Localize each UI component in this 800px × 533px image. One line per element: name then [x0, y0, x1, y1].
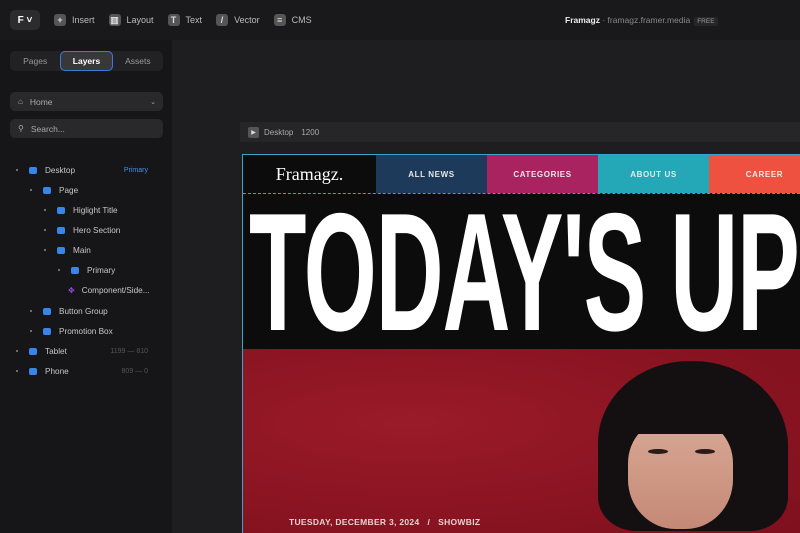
layer-component-side[interactable]: ✥ Component/Side...	[68, 283, 150, 297]
frame-icon	[43, 327, 51, 335]
plan-badge: FREE	[694, 17, 718, 26]
search-input[interactable]: ⚲ Search...	[10, 119, 163, 138]
play-icon[interactable]: ▶	[248, 126, 259, 138]
left-sidebar: Pages Layers Assets ⌂ Home ⌄ ⚲ Search... De…	[0, 40, 172, 533]
search-icon: ⚲	[18, 124, 24, 133]
insert-button[interactable]: + Insert	[54, 14, 95, 26]
layer-hero-section[interactable]: Hero Section	[44, 223, 120, 237]
frame-label[interactable]: ▶ Desktop 1200	[240, 122, 800, 142]
hero-section: TUESDAY, DECEMBER 3, 2024 / SHOWBIZ	[243, 349, 800, 533]
layer-tablet[interactable]: Tablet 1199 — 810	[16, 344, 162, 358]
stack-icon	[29, 367, 37, 375]
layer-promotion-box[interactable]: Promotion Box	[30, 324, 113, 338]
columns-icon	[57, 206, 65, 214]
text-button[interactable]: T Text	[167, 14, 202, 26]
layout-icon: ▥	[108, 14, 121, 26]
home-icon: ⌂	[18, 97, 23, 106]
highlight-title: TODAY'S UP	[249, 178, 800, 366]
article-date: TUESDAY, DECEMBER 3, 2024 / SHOWBIZ	[289, 517, 481, 527]
panel-tabs: Pages Layers Assets	[10, 51, 163, 71]
vector-button[interactable]: / Vector	[216, 14, 260, 26]
stack-icon	[29, 347, 37, 355]
layout-button[interactable]: ▥ Layout	[108, 14, 154, 26]
text-icon: T	[167, 14, 180, 26]
tab-layers[interactable]: Layers	[60, 51, 113, 71]
layer-button-group[interactable]: Button Group	[30, 304, 108, 318]
chevron-down-icon: ⌄	[150, 98, 156, 106]
pen-icon: /	[216, 14, 229, 26]
plus-icon: +	[54, 14, 66, 26]
layer-desktop[interactable]: Desktop Primary	[16, 163, 162, 177]
stack-icon	[29, 166, 37, 174]
stack-icon	[43, 307, 51, 315]
database-icon: ≡	[273, 14, 286, 26]
cms-button[interactable]: ≡ CMS	[273, 14, 312, 26]
component-icon: ✥	[68, 285, 75, 295]
stack-icon	[57, 226, 65, 234]
tab-assets[interactable]: Assets	[113, 51, 163, 71]
project-title[interactable]: Framagz · framagz.framer.media FREE	[565, 15, 718, 26]
layer-phone[interactable]: Phone 809 — 0	[16, 364, 162, 378]
top-toolbar: F ˅ + Insert ▥ Layout T Text / Vector ≡ CMS F…	[0, 0, 800, 40]
framer-menu-button[interactable]: F ˅	[10, 10, 40, 30]
layer-primary[interactable]: Primary	[58, 263, 115, 277]
tab-pages[interactable]: Pages	[10, 51, 60, 71]
hero-photo-face	[628, 419, 733, 529]
hero-photo-bangs	[618, 374, 768, 434]
page-selector[interactable]: ⌂ Home ⌄	[10, 92, 163, 111]
layer-page[interactable]: Page	[30, 183, 78, 197]
stack-icon	[71, 266, 79, 274]
columns-icon	[57, 246, 65, 254]
hero-photo-eye	[695, 449, 715, 454]
layer-highlight-title[interactable]: Higlight Title	[44, 203, 118, 217]
hero-photo-eye	[648, 449, 668, 454]
desktop-frame[interactable]: Framagz. ALL NEWS CATEGORIES ABOUT US CA…	[242, 154, 800, 533]
stack-icon	[43, 186, 51, 194]
layer-main[interactable]: Main	[44, 243, 91, 257]
